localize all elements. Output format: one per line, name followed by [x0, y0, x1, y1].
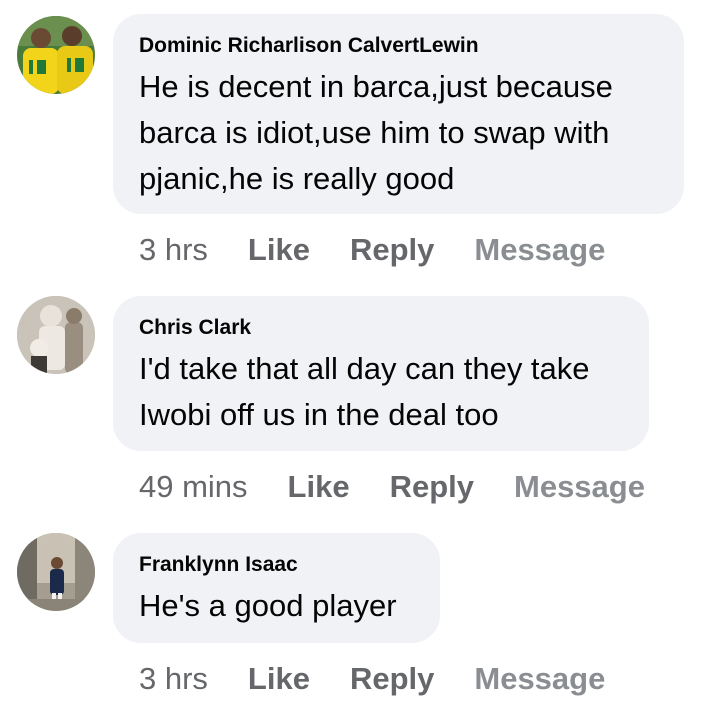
- reply-button[interactable]: Reply: [350, 661, 434, 697]
- comment-author[interactable]: Chris Clark: [139, 316, 623, 340]
- comment-author[interactable]: Franklynn Isaac: [139, 553, 414, 577]
- comment-timestamp[interactable]: 49 mins: [139, 469, 248, 505]
- comment-actions: 3 hrs Like Reply Message: [139, 659, 605, 699]
- comment-bubble: Franklynn Isaac He's a good player: [113, 533, 440, 643]
- reply-button[interactable]: Reply: [350, 232, 434, 268]
- avatar[interactable]: [17, 16, 95, 94]
- avatar[interactable]: [17, 533, 95, 611]
- avatar-image: [17, 16, 95, 94]
- comment-text: He's a good player: [139, 588, 397, 623]
- comment-actions: 3 hrs Like Reply Message: [139, 230, 605, 270]
- reply-button[interactable]: Reply: [390, 469, 474, 505]
- comment-timestamp[interactable]: 3 hrs: [139, 661, 208, 697]
- comment-text: I'd take that all day can they take Iwob…: [139, 351, 590, 432]
- comment-timestamp[interactable]: 3 hrs: [139, 232, 208, 268]
- message-button[interactable]: Message: [474, 232, 605, 268]
- comment-author[interactable]: Dominic Richarlison CalvertLewin: [139, 34, 658, 58]
- message-button[interactable]: Message: [474, 661, 605, 697]
- message-button[interactable]: Message: [514, 469, 645, 505]
- comment-actions: 49 mins Like Reply Message: [139, 467, 645, 507]
- like-button[interactable]: Like: [288, 469, 350, 505]
- avatar[interactable]: [17, 296, 95, 374]
- avatar-image: [17, 533, 95, 611]
- like-button[interactable]: Like: [248, 232, 310, 268]
- comment-bubble: Chris Clark I'd take that all day can th…: [113, 296, 649, 451]
- like-button[interactable]: Like: [248, 661, 310, 697]
- avatar-image: [17, 296, 95, 374]
- comment-text: He is decent in barca,just because barca…: [139, 69, 613, 196]
- comment-bubble: Dominic Richarlison CalvertLewin He is d…: [113, 14, 684, 214]
